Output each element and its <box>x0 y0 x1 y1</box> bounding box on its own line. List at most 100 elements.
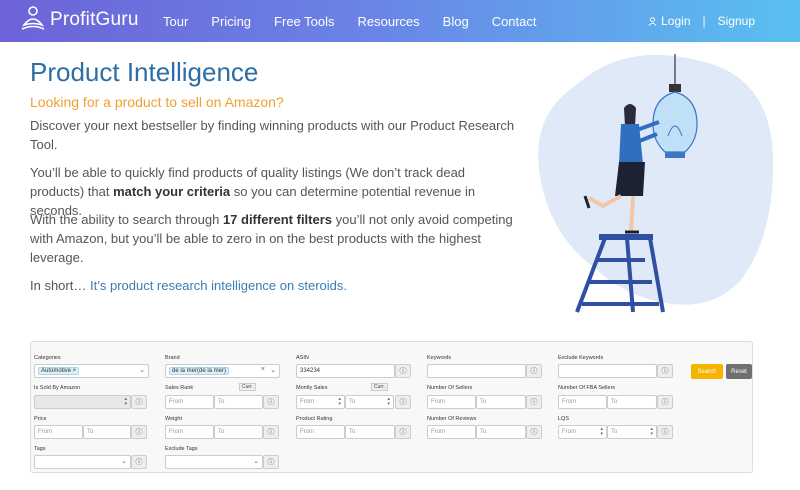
text-span: In short… <box>30 278 90 293</box>
sold-by-amazon-label: Is Sold By Amazon <box>34 385 81 391</box>
keywords-label: Keywords <box>427 355 452 361</box>
monthly-sales-label: Montly Sales <box>296 385 328 391</box>
sellers-from[interactable]: From <box>427 395 476 409</box>
price-to[interactable]: To <box>83 425 131 439</box>
info-icon[interactable]: ⓘ <box>395 425 411 439</box>
placeholder-text: From <box>562 429 576 435</box>
text-span: With the ability to search through <box>30 212 223 227</box>
lightbulb-illustration <box>538 54 774 313</box>
info-icon[interactable]: ⓘ <box>131 395 147 409</box>
info-icon[interactable]: ⓘ <box>657 395 673 409</box>
auth-links: Login | Signup <box>648 0 755 42</box>
login-link[interactable]: Login <box>661 14 690 28</box>
brand-label: Brand <box>165 355 180 361</box>
number-of-reviews-label: Number Of Reviews <box>427 416 477 422</box>
rating-to[interactable]: To <box>345 425 395 439</box>
stepper-icon[interactable]: ▴ ▾ <box>338 397 341 407</box>
monthly-sales-to[interactable]: To ▴ ▾ <box>345 395 394 409</box>
lqs-label: LQS <box>558 416 570 422</box>
intro-paragraph: Discover your next bestseller by finding… <box>30 118 515 152</box>
info-icon[interactable]: ⓘ <box>526 425 542 439</box>
categories-select[interactable]: Automotive × ⌄ <box>34 364 149 378</box>
info-icon[interactable]: ⓘ <box>131 455 147 469</box>
tags-select[interactable]: ⌄ <box>34 455 131 469</box>
nav-pricing[interactable]: Pricing <box>211 14 251 29</box>
info-icon[interactable]: ⓘ <box>526 364 542 378</box>
fba-sellers-to[interactable]: To <box>607 395 657 409</box>
logo[interactable]: ProfitGuru <box>20 5 139 35</box>
user-icon <box>648 16 657 26</box>
page-subtitle: Looking for a product to sell on Amazon? <box>30 94 284 110</box>
chevron-down-icon: ⌄ <box>270 367 276 374</box>
filters-paragraph: With the ability to search through 17 di… <box>30 210 520 267</box>
stepper-icon[interactable]: ▴ ▾ <box>387 397 390 407</box>
brand-chip[interactable]: de la mer(de la mer) <box>169 367 230 375</box>
info-icon[interactable]: ⓘ <box>395 395 411 409</box>
nav-contact[interactable]: Contact <box>492 14 537 29</box>
nav-resources[interactable]: Resources <box>358 14 420 29</box>
lightbulb <box>652 91 698 153</box>
info-icon[interactable]: ⓘ <box>263 455 279 469</box>
info-icon[interactable]: ⓘ <box>657 364 673 378</box>
reviews-from[interactable]: From <box>427 425 476 439</box>
info-icon[interactable]: ⓘ <box>263 425 279 439</box>
sold-by-amazon-select[interactable]: ▴ ▾ <box>34 395 131 409</box>
auth-separator: | <box>702 14 706 28</box>
number-of-sellers-label: Number Of Sellers <box>427 385 473 391</box>
asin-label: ASIN <box>296 355 309 361</box>
monthly-sales-from[interactable]: From ▴ ▾ <box>296 395 345 409</box>
categories-label: Categories <box>34 355 61 361</box>
bold-text: 17 different filters <box>222 212 333 227</box>
fba-sellers-from[interactable]: From <box>558 395 607 409</box>
stepper-icon: ▴ ▾ <box>124 396 127 407</box>
reset-button[interactable]: Reset <box>726 364 752 379</box>
logo-text: ProfitGuru <box>50 9 139 30</box>
nav-blog[interactable]: Blog <box>443 14 469 29</box>
logo-icon <box>21 6 45 30</box>
stepper-icon[interactable]: ▴ ▾ <box>600 427 603 437</box>
exclude-keywords-input[interactable] <box>558 364 657 378</box>
top-nav: ProfitGuru Tour Pricing Free Tools Resou… <box>0 0 800 42</box>
signup-link[interactable]: Signup <box>718 14 755 28</box>
info-icon[interactable]: ⓘ <box>657 425 673 439</box>
price-from[interactable]: From <box>34 425 83 439</box>
exclude-tags-label: Exclude Tags <box>165 446 198 452</box>
brand-select[interactable]: de la mer(de la mer) × ⌄ <box>165 364 280 378</box>
weight-from[interactable]: From <box>165 425 214 439</box>
weight-to[interactable]: To <box>214 425 263 439</box>
page-title: Product Intelligence <box>30 57 259 87</box>
lqs-from[interactable]: From ▴ ▾ <box>558 425 607 439</box>
nav-free-tools[interactable]: Free Tools <box>274 14 334 29</box>
main-menu: Tour Pricing Free Tools Resources Blog C… <box>163 0 560 42</box>
asin-input[interactable]: 334234 <box>296 364 395 378</box>
bold-text: match your criteria <box>113 184 231 199</box>
accent-text: It’s product research intelligence on st… <box>89 278 347 293</box>
info-icon[interactable]: ⓘ <box>263 395 279 409</box>
search-button[interactable]: Search <box>691 364 723 379</box>
chevron-down-icon: ⌄ <box>139 367 145 374</box>
lqs-to[interactable]: To ▴ ▾ <box>607 425 657 439</box>
sales-rank-label: Sales Rank <box>165 385 194 391</box>
category-chip[interactable]: Automotive × <box>38 367 80 375</box>
sales-rank-to[interactable]: To <box>214 395 263 409</box>
sellers-to[interactable]: To <box>476 395 526 409</box>
exclude-tags-select[interactable]: ⌄ <box>165 455 263 469</box>
keywords-input[interactable] <box>427 364 526 378</box>
nav-tour[interactable]: Tour <box>163 14 188 29</box>
tags-label: Tags <box>34 446 46 452</box>
info-icon[interactable]: ⓘ <box>131 425 147 439</box>
number-of-fba-sellers-label: Number Of FBA Sellers <box>558 385 616 391</box>
sales-rank-from[interactable]: From <box>165 395 214 409</box>
stepper-icon[interactable]: ▴ ▾ <box>650 427 653 437</box>
currency-toggle[interactable]: Curr. <box>239 383 256 391</box>
placeholder-text: From <box>300 399 314 405</box>
clear-icon[interactable]: × <box>261 366 265 373</box>
summary-paragraph: In short… It’s product research intellig… <box>30 276 520 295</box>
currency-toggle[interactable]: Curr. <box>371 383 388 391</box>
info-icon[interactable]: ⓘ <box>395 364 411 378</box>
reviews-to[interactable]: To <box>476 425 526 439</box>
rating-from[interactable]: From <box>296 425 345 439</box>
info-icon[interactable]: ⓘ <box>526 395 542 409</box>
chevron-down-icon: ⌄ <box>253 458 259 465</box>
price-label: Price <box>34 416 47 422</box>
